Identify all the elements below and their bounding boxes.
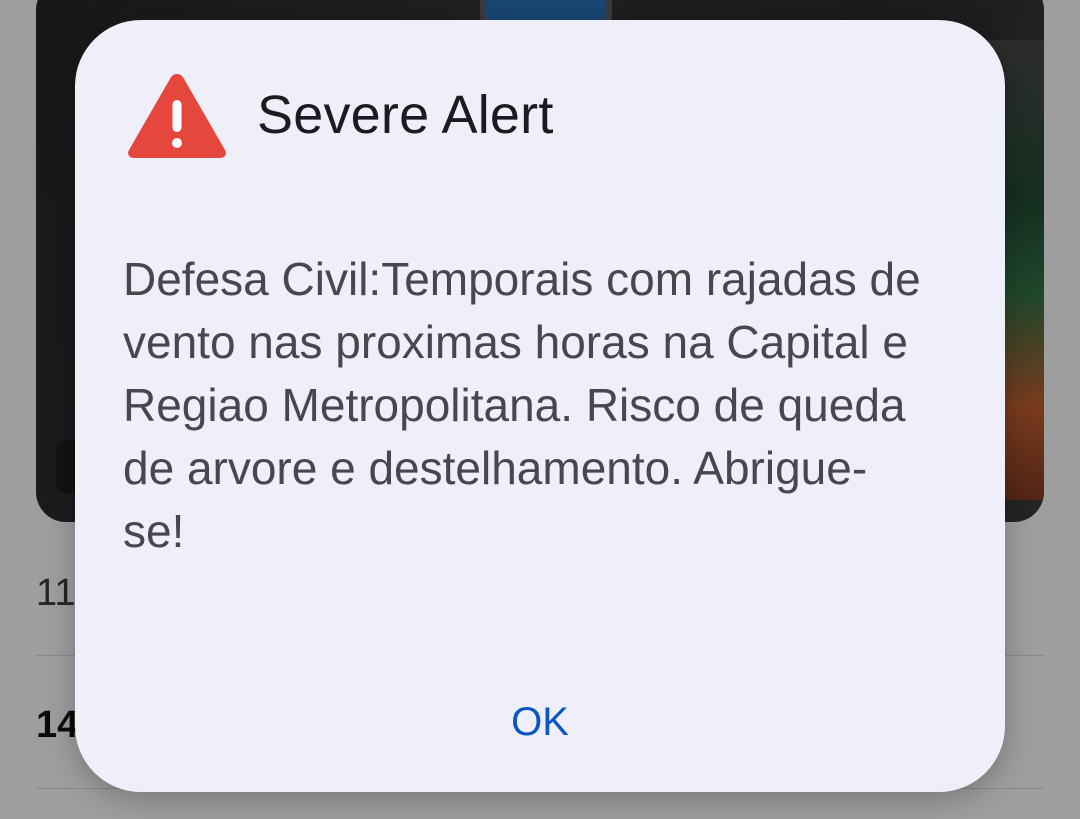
ok-button[interactable]: OK [470, 680, 610, 764]
warning-triangle-icon [128, 74, 226, 158]
severe-alert-dialog: Severe Alert Defesa Civil:Temporais com … [75, 20, 1005, 792]
dialog-title: Severe Alert [257, 85, 554, 145]
dialog-header: Severe Alert [125, 70, 554, 160]
alert-message: Defesa Civil:Temporais com rajadas de ve… [123, 253, 921, 557]
